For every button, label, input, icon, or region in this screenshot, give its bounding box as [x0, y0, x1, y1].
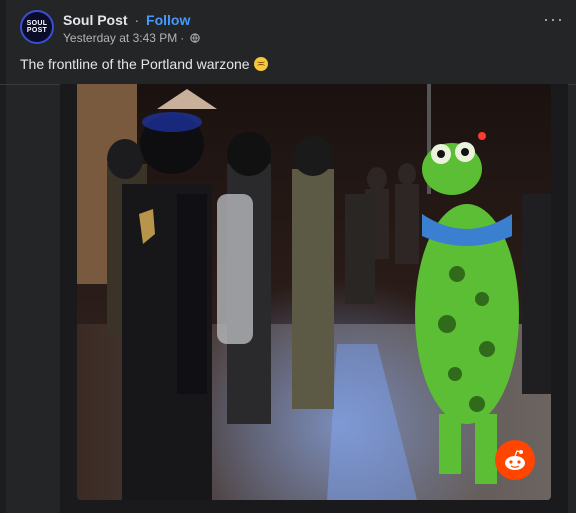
header-name-row: Soul Post · Follow [63, 12, 190, 28]
post-video[interactable] [77, 84, 551, 500]
follow-button[interactable]: Follow [146, 12, 190, 28]
reddit-alien-glyph [505, 450, 525, 470]
meta-separator: · [180, 31, 185, 45]
post-caption: The frontline of the Portland warzone [20, 56, 268, 72]
caption-text: The frontline of the Portland warzone [20, 56, 250, 72]
page-avatar[interactable]: SOUL POST [20, 10, 54, 44]
reddit-icon [495, 440, 535, 480]
post-card: SOUL POST Soul Post · Follow Yesterday a… [0, 0, 576, 513]
page-name-link[interactable]: Soul Post [63, 12, 128, 28]
video-frame-image [77, 84, 551, 500]
post-meta: Yesterday at 3:43 PM · [63, 31, 200, 45]
avatar-text-line2: POST [26, 27, 48, 34]
left-margin [0, 0, 6, 513]
more-options-icon[interactable]: ··· [543, 10, 564, 28]
avatar-text: SOUL POST [27, 20, 48, 34]
upside-down-face-emoji [253, 57, 268, 71]
name-separator: · [134, 12, 140, 28]
globe-icon [190, 33, 200, 43]
post-timestamp[interactable]: Yesterday at 3:43 PM [63, 31, 177, 45]
avatar-text-line1: SOUL [26, 20, 48, 27]
